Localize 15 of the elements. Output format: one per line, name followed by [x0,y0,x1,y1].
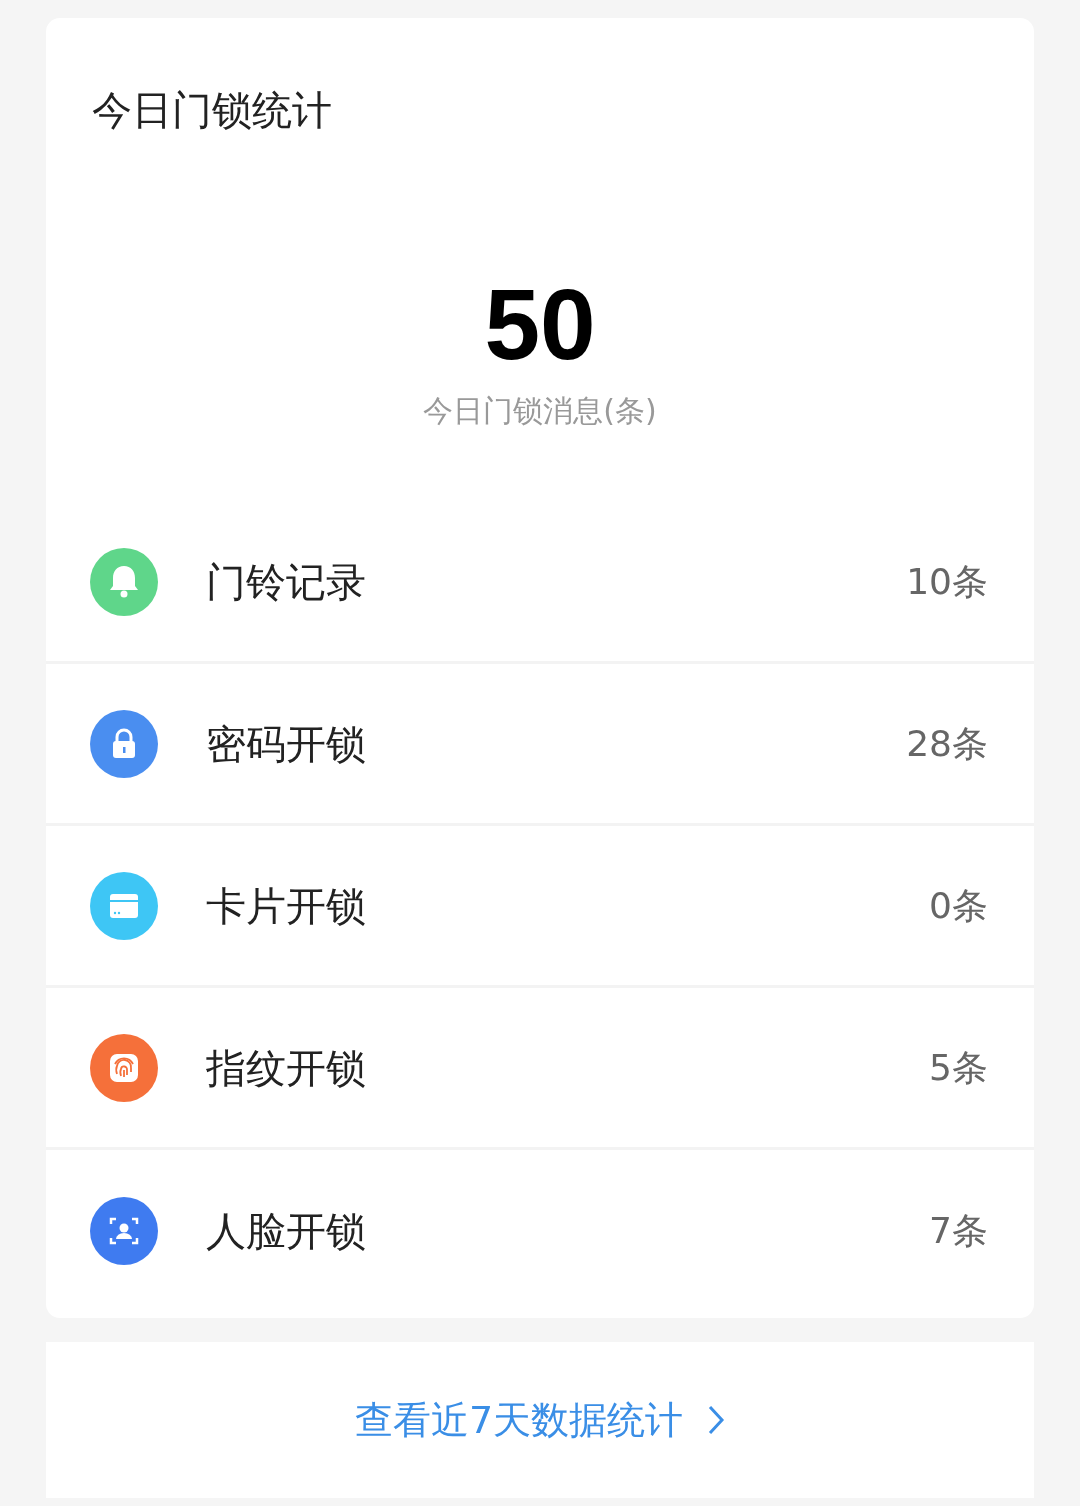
item-count: 0条 [929,883,988,928]
total-count: 50 [484,274,596,374]
item-count: 7条 [929,1209,988,1253]
item-label: 密码开锁 [206,719,366,769]
item-label: 门铃记录 [206,557,366,607]
item-count: 10条 [906,559,988,604]
item-label: 人脸开锁 [206,1207,366,1256]
item-count: 28条 [906,721,988,766]
item-label: 卡片开锁 [206,881,366,931]
item-count: 5条 [929,1045,988,1090]
chevron-right-icon [707,1404,726,1436]
total-label: 今日门锁消息(条) [423,392,657,430]
card-title: 今日门锁统计 [92,87,332,133]
seven-day-stats-link[interactable]: 查看近7天数据统计 [354,1391,726,1449]
item-label: 指纹开锁 [206,1043,366,1093]
